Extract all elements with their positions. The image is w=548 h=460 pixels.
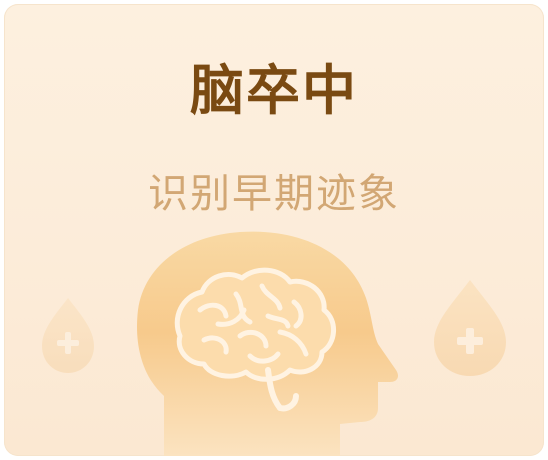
head-with-brain-icon [137, 231, 398, 456]
card-subtitle: 识别早期迹象 [148, 171, 400, 217]
stroke-info-card[interactable]: 脑卒中 识别早期迹象 [4, 4, 544, 456]
card-title: 脑卒中 [190, 59, 358, 122]
blood-drop-plus-icon [42, 298, 94, 373]
blood-drop-plus-icon [434, 280, 506, 376]
